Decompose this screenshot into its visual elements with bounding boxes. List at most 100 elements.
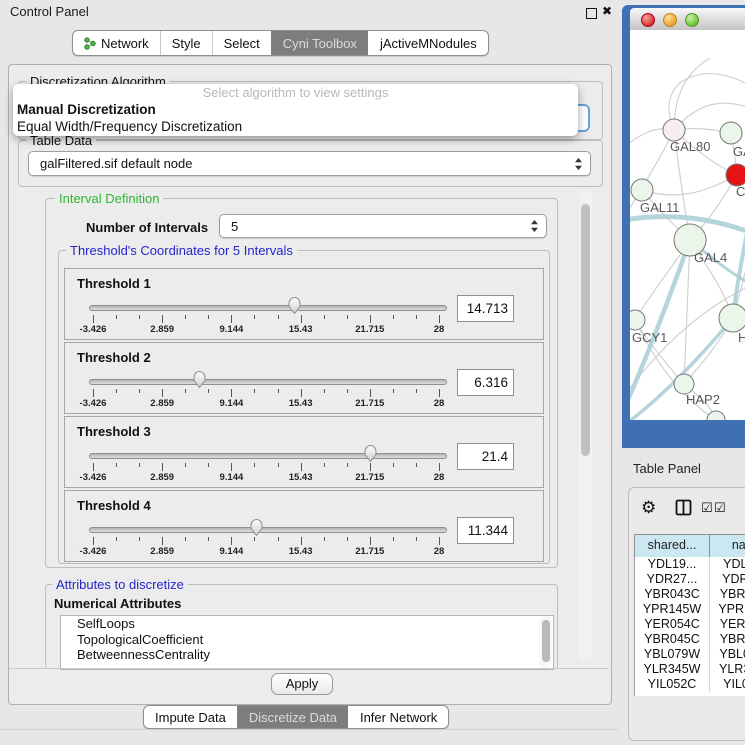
threshold-value-field[interactable]: 14.713 [457, 295, 514, 322]
tab-cyni-toolbox[interactable]: Cyni Toolbox [271, 31, 368, 55]
numerical-attributes-list[interactable]: SelfLoopsTopologicalCoefficientBetweenne… [60, 615, 554, 670]
cell-shared-name[interactable]: YBR043C [635, 587, 710, 602]
checkbox-icon[interactable]: ☑ [714, 501, 726, 516]
column-header-shared-name[interactable]: shared... [635, 535, 710, 557]
cell-shared-name[interactable]: YBR045C [635, 632, 710, 647]
slider-thumb[interactable] [249, 518, 264, 537]
tick-mark [347, 315, 348, 319]
network-canvas[interactable]: GAL80GACGAL11GAL4GCY1HHAP2 [630, 30, 745, 420]
cell-name[interactable]: YIL052C [710, 677, 745, 692]
cell-shared-name[interactable]: YDL19... [635, 557, 710, 572]
table-row[interactable]: YPR145WYPR145W [635, 602, 745, 617]
dropdown-option-equal-width-frequency-discretization[interactable]: Equal Width/Frequency Discretization [13, 118, 578, 135]
tab-select[interactable]: Select [212, 31, 271, 55]
table-row[interactable]: YLR345WYLR345W [635, 662, 745, 677]
cell-shared-name[interactable]: YIL052C [635, 677, 710, 692]
table-panel-title: Table Panel [633, 461, 701, 476]
tab-label: Network [101, 36, 149, 51]
tab-network[interactable]: Network [73, 31, 160, 55]
table-row[interactable]: YDL19...YDL19... [635, 557, 745, 572]
network-edge[interactable] [642, 175, 737, 195]
tab-impute-data[interactable]: Impute Data [144, 706, 237, 728]
network-node[interactable] [674, 374, 694, 394]
tick-label: 9.144 [220, 324, 244, 335]
slider-track[interactable] [89, 305, 447, 311]
tick-mark [208, 537, 209, 541]
network-node[interactable] [631, 179, 653, 201]
tab-discretize-data[interactable]: Discretize Data [237, 706, 348, 728]
slider-track[interactable] [89, 453, 447, 459]
cell-shared-name[interactable]: YDR27... [635, 572, 710, 587]
tick-mark [231, 315, 232, 323]
list-scrollbar-thumb[interactable] [542, 620, 550, 662]
network-node[interactable] [707, 411, 725, 420]
attribute-item-betweennesscentrality[interactable]: BetweennessCentrality [61, 647, 553, 663]
tick-label: 9.144 [220, 546, 244, 557]
tick-mark [370, 389, 371, 397]
minimize-traffic-light-icon[interactable] [663, 13, 677, 27]
threshold-value-field[interactable]: 6.316 [457, 369, 514, 396]
close-icon[interactable]: ✖ [602, 4, 612, 18]
tick-mark [278, 315, 279, 319]
cell-name[interactable]: YLR345W [710, 662, 745, 677]
node-label-hap2: HAP2 [686, 392, 720, 407]
network-node[interactable] [726, 164, 745, 186]
network-window-titlebar[interactable] [630, 8, 745, 31]
attribute-item-topologicalcoefficient[interactable]: TopologicalCoefficient [61, 632, 553, 648]
network-node[interactable] [630, 310, 645, 330]
cell-name[interactable]: YPR145W [710, 602, 745, 617]
table-data-combobox[interactable]: galFiltered.sif default node [28, 151, 591, 176]
cell-name[interactable]: YDR27... [710, 572, 745, 587]
cell-name[interactable]: YBR043C [710, 587, 745, 602]
slider-thumb[interactable] [363, 444, 378, 463]
algorithm-dropdown-popup: Select algorithm to view settings Manual… [13, 84, 578, 136]
slider-track[interactable] [89, 379, 447, 385]
cell-shared-name[interactable]: YER054C [635, 617, 710, 632]
apply-button[interactable]: Apply [271, 673, 333, 695]
close-traffic-light-icon[interactable] [641, 13, 655, 27]
tick-mark [393, 389, 394, 393]
tab-style[interactable]: Style [160, 31, 212, 55]
slider-thumb[interactable] [192, 370, 207, 389]
tab-jactivemnodules[interactable]: jActiveMNodules [368, 31, 488, 55]
column-header-name[interactable]: name [710, 535, 745, 557]
cell-shared-name[interactable]: YLR345W [635, 662, 710, 677]
table-row[interactable]: YBR043CYBR043C [635, 587, 745, 602]
cell-name[interactable]: YBR045C [710, 632, 745, 647]
gear-icon[interactable]: ⚙ [641, 498, 656, 518]
float-window-icon[interactable] [586, 8, 597, 19]
table-row[interactable]: YBL079WYBL079W [635, 647, 745, 662]
tab-infer-network[interactable]: Infer Network [348, 706, 448, 728]
table-row[interactable]: YDR27...YDR27... [635, 572, 745, 587]
threshold-value-field[interactable]: 21.4 [457, 443, 514, 470]
dropdown-option-manual-discretization[interactable]: Manual Discretization [13, 101, 578, 118]
table-row[interactable]: YIL052CYIL052C [635, 677, 745, 692]
network-node[interactable] [719, 304, 745, 332]
cell-name[interactable]: YER054C [710, 617, 745, 632]
cell-name[interactable]: YBL079W [710, 647, 745, 662]
network-edge[interactable] [674, 58, 710, 130]
table-row[interactable]: YBR045CYBR045C [635, 632, 745, 647]
threshold-value-field[interactable]: 11.344 [457, 517, 514, 544]
cell-shared-name[interactable]: YBL079W [635, 647, 710, 662]
panel-scrollbar-thumb[interactable] [581, 204, 590, 456]
tab-label: Discretize Data [249, 710, 337, 725]
tick-mark [370, 463, 371, 471]
network-node[interactable] [663, 119, 685, 141]
number-of-intervals-combobox[interactable]: 5 [219, 214, 547, 238]
network-node[interactable] [720, 122, 742, 144]
checkbox-icon[interactable]: ☑ [701, 501, 713, 516]
slider-track[interactable] [89, 527, 447, 533]
columns-icon[interactable] [675, 499, 692, 516]
table-row[interactable]: YER054CYER054C [635, 617, 745, 632]
attribute-item-selfloops[interactable]: SelfLoops [61, 616, 553, 632]
cell-shared-name[interactable]: YPR145W [635, 602, 710, 617]
panel-title: Control Panel [10, 4, 89, 19]
zoom-traffic-light-icon[interactable] [685, 13, 699, 27]
tick-label: 15.43 [289, 398, 313, 409]
network-edge[interactable] [684, 240, 690, 384]
threshold-1-box: Threshold 1-3.4262.8599.14415.4321.71528… [64, 268, 544, 340]
network-window[interactable]: GAL80GACGAL11GAL4GCY1HHAP2 [622, 5, 745, 448]
slider-thumb[interactable] [287, 296, 302, 315]
cell-name[interactable]: YDL19... [710, 557, 745, 572]
